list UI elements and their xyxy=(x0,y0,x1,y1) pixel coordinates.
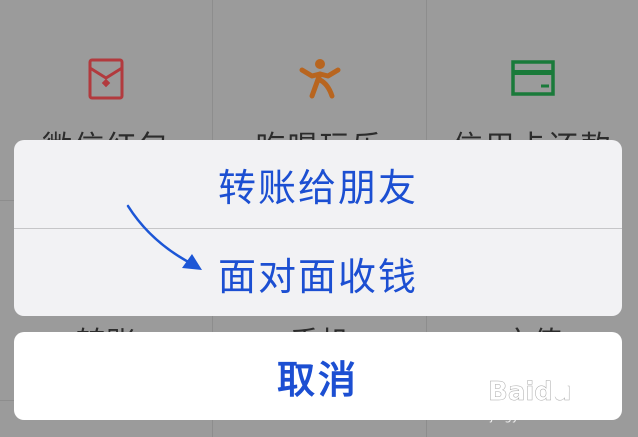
face-to-face-receive-option[interactable]: 面对面收钱 xyxy=(14,229,622,316)
annotation-arrow-icon xyxy=(126,204,202,270)
action-sheet: 转账给朋友 面对面收钱 xyxy=(14,140,622,316)
baidu-jingyan-watermark: Baidu 经验 jingyan.baidu.com xyxy=(488,373,620,423)
watermark-text: 经验 xyxy=(576,381,620,406)
red-envelope-icon xyxy=(88,58,124,100)
watermark-url: jingyan.baidu.com xyxy=(489,409,601,423)
person-dancing-icon xyxy=(299,59,340,99)
transfer-to-friend-option[interactable]: 转账给朋友 xyxy=(14,140,622,228)
grid-divider xyxy=(0,400,14,401)
grid-divider xyxy=(0,200,14,201)
credit-card-icon xyxy=(510,60,555,96)
